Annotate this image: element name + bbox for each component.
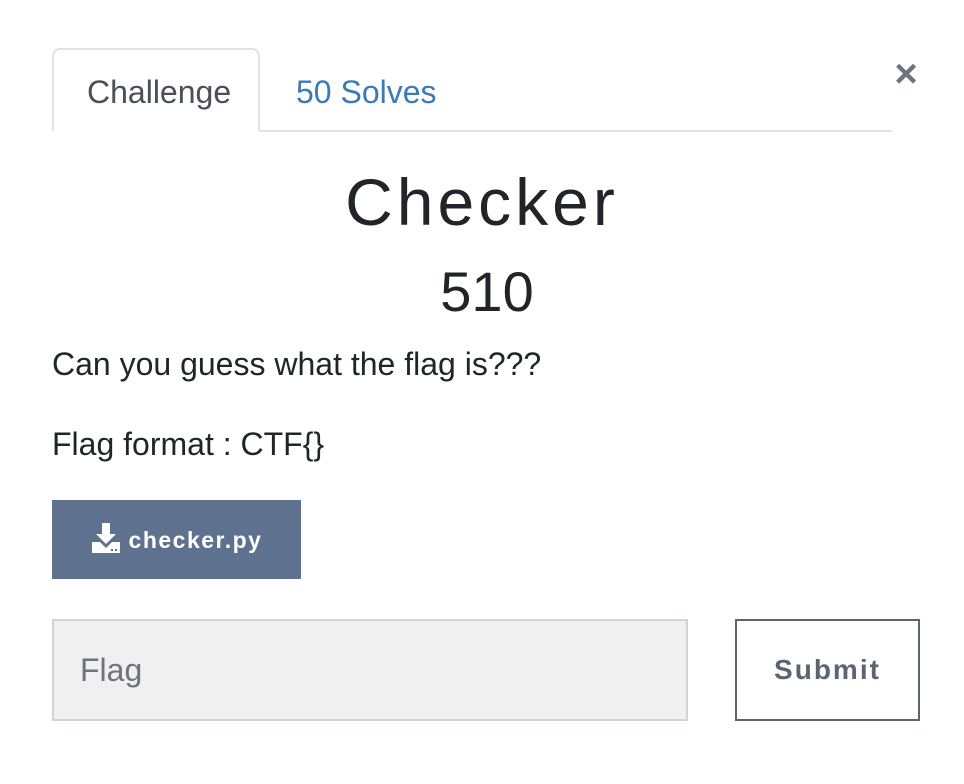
submit-button[interactable]: Submit: [735, 619, 920, 721]
flag-format-text: Flag format : CTF{}: [52, 426, 325, 462]
tab-challenge[interactable]: Challenge: [52, 48, 260, 132]
challenge-description-line: Can you guess what the flag is???: [52, 346, 542, 382]
download-icon: [91, 522, 121, 554]
tab-solves[interactable]: 50 Solves: [260, 48, 439, 132]
challenge-points: 510: [440, 260, 534, 323]
flag-input[interactable]: [52, 619, 688, 721]
download-file-button[interactable]: checker.py: [52, 500, 301, 579]
close-icon[interactable]: ×: [886, 52, 926, 96]
challenge-title: Checker: [345, 165, 619, 239]
challenge-tabs: Challenge 50 Solves: [52, 48, 892, 132]
download-file-label: checker.py: [128, 526, 263, 553]
challenge-modal: Challenge 50 Solves × Checker 510 Can yo…: [0, 0, 964, 784]
